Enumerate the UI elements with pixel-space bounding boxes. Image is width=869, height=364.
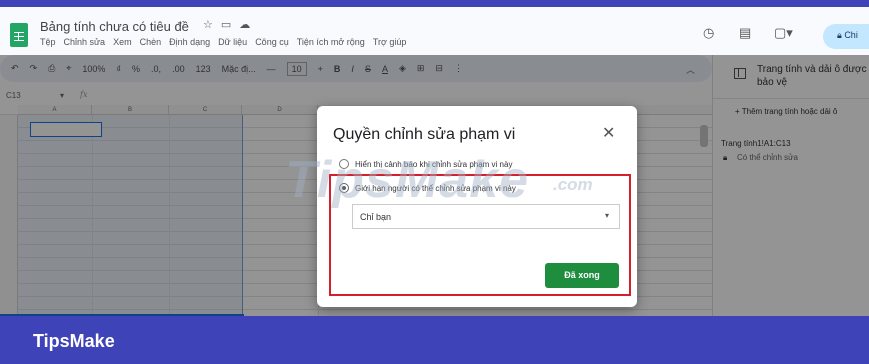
menu-item-edit[interactable]: Chỉnh sửa [64,37,106,47]
history-icon[interactable]: ◷ [703,25,714,41]
done-button[interactable]: Đã xong [545,263,619,288]
dialog-title: Quyền chỉnh sửa phạm vi [333,126,516,143]
editors-select[interactable]: Chỉ bạn ▾ [352,204,620,229]
title-bar: Bảng tính chưa có tiêu đề ☆ ▭ ☁ Tệp Chỉn… [0,7,869,55]
menu-item-help[interactable]: Trợ giúp [373,37,407,47]
star-icon[interactable]: ☆ [203,18,213,31]
cloud-icon[interactable]: ☁ [239,18,250,31]
share-button[interactable]: 🔒︎ Chi [823,24,869,49]
menu-item-view[interactable]: Xem [113,37,132,47]
meet-icon[interactable]: ▢▾ [774,25,793,41]
option-show-warning-label[interactable]: Hiển thị cảnh báo khi chỉnh sửa phạm vi … [355,160,512,169]
comment-icon[interactable]: ▤ [739,25,751,41]
title-icons: ☆ ▭ ☁ [203,18,250,31]
share-label: Chi [844,30,858,40]
radio-show-warning[interactable] [339,159,349,169]
document-title[interactable]: Bảng tính chưa có tiêu đề [40,19,189,34]
range-edit-permissions-dialog: Quyền chỉnh sửa phạm vi ✕ Hiển thị cảnh … [317,106,637,307]
menu-item-data[interactable]: Dữ liệu [218,37,247,47]
menu-item-extensions[interactable]: Tiện ích mở rộng [297,37,365,47]
menu-item-format[interactable]: Định dạng [169,37,210,47]
lock-icon: 🔒︎ [837,30,842,40]
chevron-down-icon: ▾ [605,211,610,220]
menu-item-tools[interactable]: Công cụ [255,37,289,47]
editors-select-value: Chỉ bạn [360,212,392,222]
option-restrict-editors-label[interactable]: Giới hạn người có thể chỉnh sửa phạm vi … [355,184,516,193]
sheets-logo-icon[interactable] [10,23,28,47]
radio-restrict-editors[interactable] [339,183,349,193]
close-icon[interactable]: ✕ [602,123,615,143]
brand-name: TipsMake [33,331,115,351]
menu-bar: Tệp Chỉnh sửa Xem Chèn Định dạng Dữ liệu… [40,37,406,47]
folder-icon[interactable]: ▭ [221,18,231,31]
menu-item-file[interactable]: Tệp [40,37,56,47]
menu-item-insert[interactable]: Chèn [140,37,162,47]
brand-bar: TipsMake [0,316,869,364]
top-accent-strip [0,0,869,7]
